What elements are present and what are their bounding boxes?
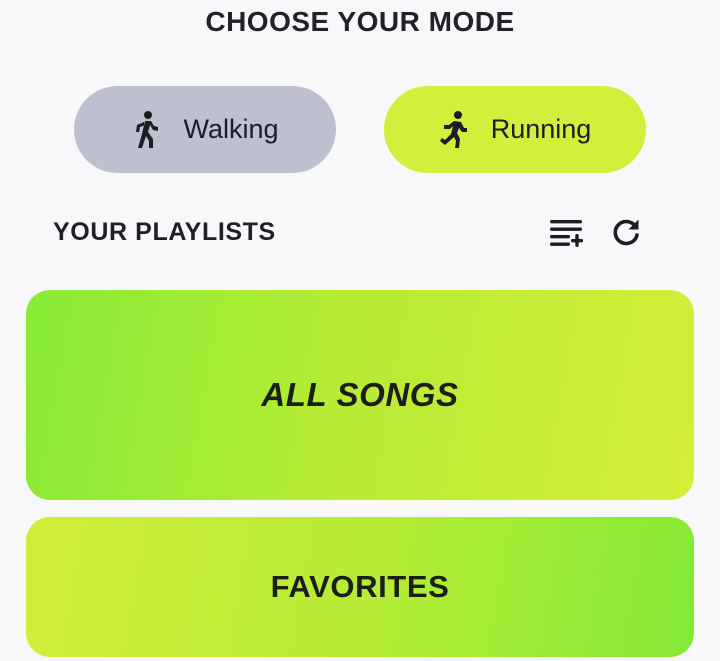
running-person-icon	[439, 110, 469, 150]
walking-mode-label: Walking	[183, 114, 279, 144]
running-mode-label: Running	[490, 114, 592, 144]
playlist-add-icon	[548, 218, 584, 253]
playlists-section-title: YOUR PLAYLISTS	[53, 218, 276, 246]
running-mode-button[interactable]: Running	[384, 86, 646, 173]
refresh-button[interactable]	[607, 216, 645, 254]
walking-mode-button[interactable]: Walking	[74, 86, 336, 173]
page-title: CHOOSE YOUR MODE	[205, 6, 515, 37]
playlist-label: ALL SONGS	[261, 376, 459, 413]
playlist-card-all-songs[interactable]: ALL SONGS	[26, 290, 694, 500]
walking-person-icon	[131, 110, 161, 150]
refresh-icon	[610, 217, 642, 254]
playlist-card-favorites[interactable]: FAVORITES	[26, 517, 694, 657]
playlist-label: FAVORITES	[270, 569, 450, 604]
playlist-add-button[interactable]	[547, 216, 585, 254]
